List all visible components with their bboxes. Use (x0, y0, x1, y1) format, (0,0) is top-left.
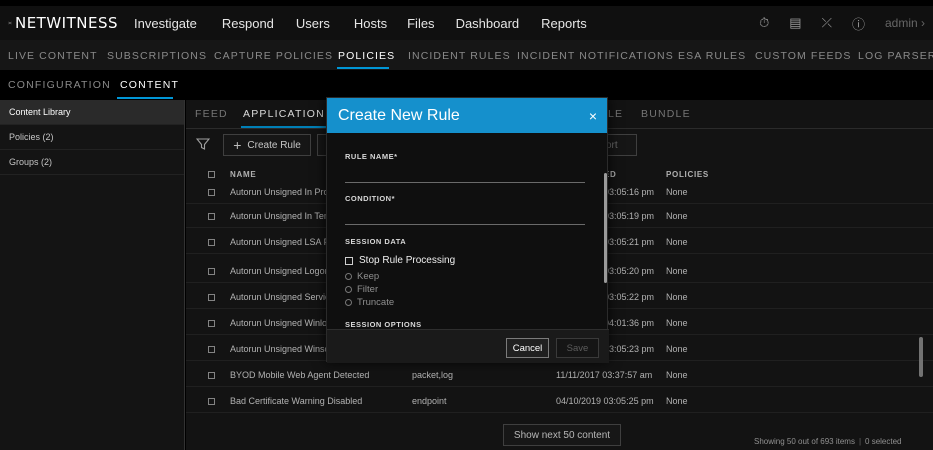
view-tab-active-indicator (117, 97, 173, 99)
brand[interactable]: NETWITNESS (8, 14, 118, 32)
queue-icon[interactable]: ▤ (789, 15, 801, 31)
help-icon[interactable]: ⓘ (852, 14, 865, 33)
create-rule-modal: Create New Rule × RULE NAME* CONDITION* … (326, 97, 609, 363)
top-icons: ⏱ ▤ ⤫ ⓘ admin › (759, 6, 933, 40)
rule-name-label: RULE NAME* (345, 152, 398, 161)
stop-processing-option[interactable]: Stop Rule Processing (345, 255, 455, 266)
modal-header: Create New Rule × (327, 98, 607, 133)
sidebar: Content Library Policies (2) Groups (2) (0, 100, 185, 450)
subnav-custom-feeds[interactable]: CUSTOM FEEDS (755, 50, 851, 62)
radio-icon (345, 273, 352, 280)
cancel-button[interactable]: Cancel (506, 338, 549, 358)
rule-name-input[interactable] (345, 167, 585, 183)
subnav-live-content[interactable]: LIVE CONTENT (8, 50, 98, 62)
stop-processing-checkbox[interactable] (345, 256, 353, 265)
radio-truncate-label: Truncate (357, 297, 395, 308)
sidebar-item-policies[interactable]: Policies (2) (0, 125, 184, 150)
tab-content[interactable]: CONTENT (120, 79, 179, 91)
user-menu[interactable]: admin › (885, 16, 925, 30)
condition-label: CONDITION* (345, 194, 395, 203)
subnav-capture-policies[interactable]: CAPTURE POLICIES (214, 50, 333, 62)
session-options-label: SESSION OPTIONS (345, 320, 422, 329)
subnav-incident-notifications[interactable]: INCIDENT NOTIFICATIONS (517, 50, 674, 62)
radio-filter[interactable]: Filter (345, 284, 378, 295)
netwitness-logo-icon (8, 21, 12, 25)
subnav-subscriptions[interactable]: SUBSCRIPTIONS (107, 50, 207, 62)
subnav-policies[interactable]: POLICIES (338, 50, 395, 62)
timer-icon[interactable]: ⏱ (759, 15, 769, 31)
sidebar-item-groups[interactable]: Groups (2) (0, 150, 184, 175)
nav-respond[interactable]: Respond (222, 16, 274, 31)
brand-name: NETWITNESS (14, 14, 118, 32)
modal-body: RULE NAME* CONDITION* SESSION DATA Stop … (327, 133, 609, 329)
radio-keep[interactable]: Keep (345, 271, 379, 282)
nav-users[interactable]: Users (296, 16, 330, 31)
stop-processing-label: Stop Rule Processing (359, 255, 456, 266)
nav-investigate[interactable]: Investigate (134, 16, 197, 31)
nav-dashboard[interactable]: Dashboard (456, 16, 520, 31)
main-nav: Investigate Respond Users Hosts Files Da… (118, 16, 587, 31)
radio-filter-label: Filter (357, 284, 379, 295)
tools-icon[interactable]: ⤫ (822, 15, 832, 31)
close-icon[interactable]: × (589, 108, 597, 124)
radio-icon (345, 299, 352, 306)
condition-input[interactable] (345, 209, 585, 225)
top-navbar: NETWITNESS Investigate Respond Users Hos… (0, 6, 933, 40)
nav-files[interactable]: Files (407, 16, 434, 31)
subnav-active-indicator (337, 67, 389, 69)
modal-title: Create New Rule (338, 107, 460, 124)
save-button[interactable]: Save (556, 338, 599, 358)
radio-icon (345, 286, 352, 293)
subnav-esa-rules[interactable]: ESA RULES (678, 50, 746, 62)
nav-hosts[interactable]: Hosts (354, 16, 387, 31)
modal-footer: Cancel Save (327, 329, 609, 363)
admin-subnav: LIVE CONTENT SUBSCRIPTIONS CAPTURE POLIC… (0, 40, 933, 70)
session-data-label: SESSION DATA (345, 237, 407, 246)
radio-truncate[interactable]: Truncate (345, 297, 394, 308)
tab-configuration[interactable]: CONFIGURATION (8, 79, 111, 91)
subnav-log-parser[interactable]: LOG PARSER R (858, 50, 933, 62)
nav-reports[interactable]: Reports (541, 16, 587, 31)
modal-scrollbar[interactable] (604, 173, 607, 283)
subnav-incident-rules[interactable]: INCIDENT RULES (408, 50, 511, 62)
radio-keep-label: Keep (357, 271, 380, 282)
view-tabs: CONFIGURATION CONTENT (0, 70, 933, 100)
sidebar-item-content-library[interactable]: Content Library (0, 100, 184, 125)
